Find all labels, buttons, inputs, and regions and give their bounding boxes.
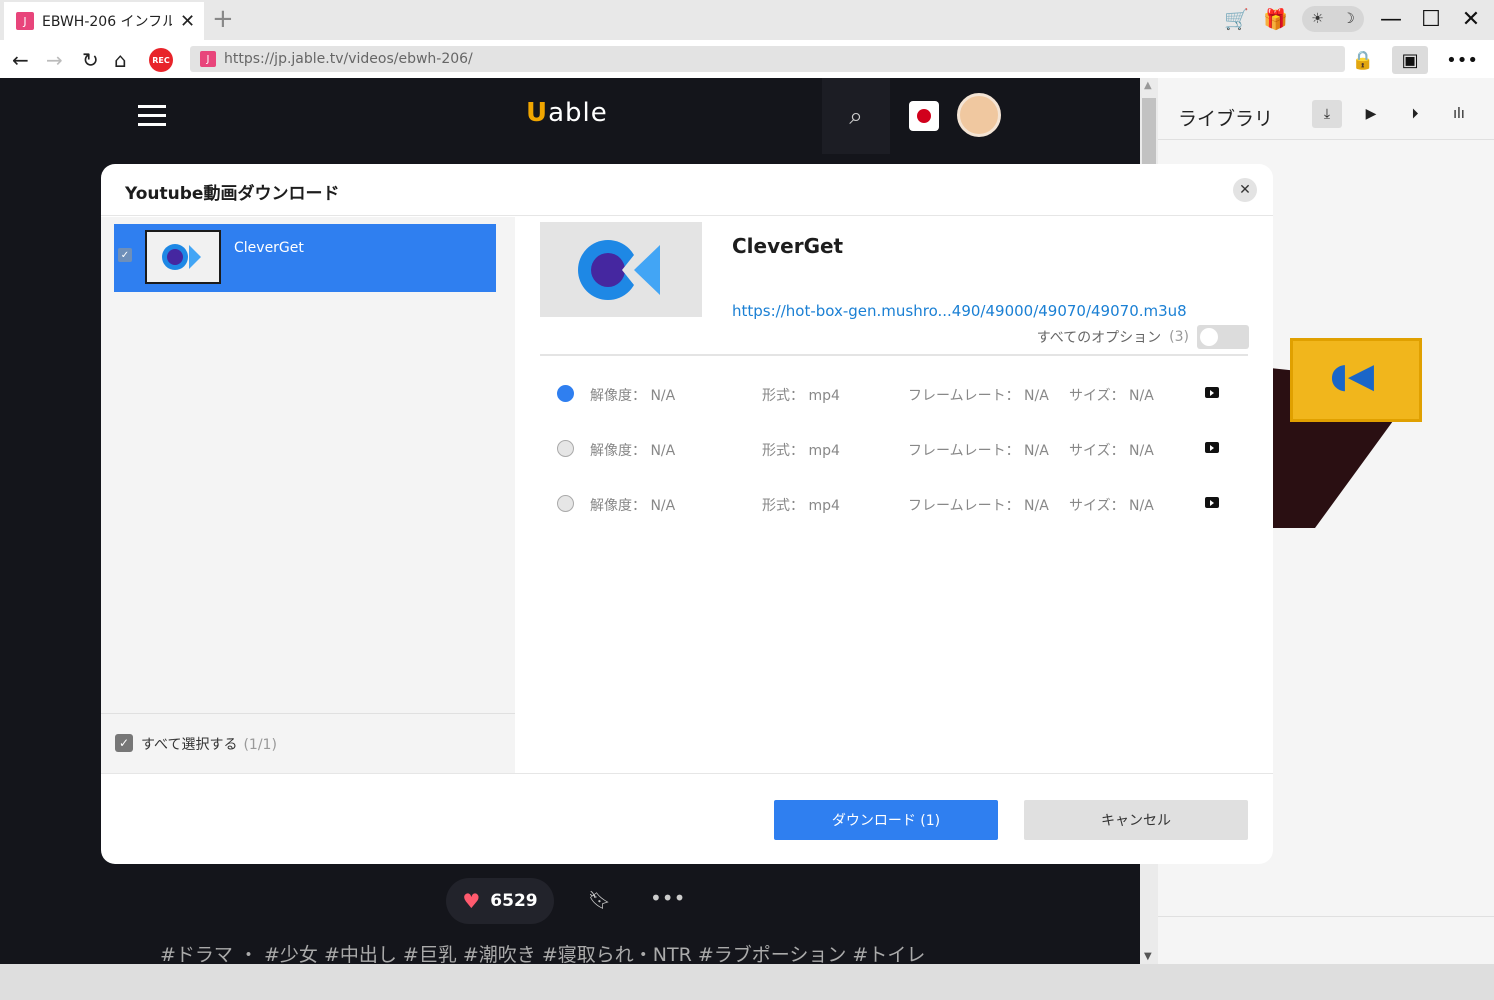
all-options: すべてのオプション (3) (1037, 325, 1249, 349)
resolution: 解像度： N/A (590, 443, 676, 459)
cancel-button[interactable]: キャンセル (1024, 800, 1248, 840)
tab-title: EBWH-206 インフル: (42, 14, 172, 30)
bookmark-icon[interactable]: 🔖︎ (588, 890, 611, 911)
library-title: ライブラリ (1178, 108, 1274, 130)
youtube-icon (1205, 387, 1219, 398)
forward-icon[interactable]: → (46, 48, 63, 72)
format: 形式： mp4 (762, 443, 840, 459)
select-all-checkbox[interactable]: ✓ (115, 734, 133, 752)
format-radio[interactable] (557, 440, 574, 457)
select-all-label[interactable]: すべて選択する (1/1) (141, 734, 277, 754)
download-dialog: Youtube動画ダウンロード ✕ ✓ CleverGet ✓ すべて選択する(… (101, 164, 1273, 864)
back-icon[interactable]: ← (12, 48, 29, 72)
frame-rate: フレームレート： N/A (908, 388, 1049, 404)
lock-icon[interactable]: 🔒 (1352, 50, 1374, 71)
url-field[interactable]: J https://jp.jable.tv/videos/ebwh-206/ (190, 46, 1345, 72)
all-options-count: (3) (1169, 329, 1189, 345)
library-tabs: ⤓ ▶ ⏵ ılı (1312, 100, 1474, 128)
more-icon[interactable]: ••• (650, 886, 685, 910)
file-size: サイズ： N/A (1069, 388, 1154, 404)
url-text: https://jp.jable.tv/videos/ebwh-206/ (224, 51, 473, 67)
video-name: CleverGet (732, 234, 844, 258)
file-size: サイズ： N/A (1069, 443, 1154, 459)
library-header: ライブラリ ⤓ ▶ ⏵ ılı (1158, 78, 1494, 140)
format-radio[interactable] (557, 385, 574, 402)
list-item[interactable]: ✓ CleverGet (114, 224, 496, 292)
downloader-icon[interactable]: ▣ (1392, 46, 1429, 74)
frame-rate: フレームレート： N/A (908, 443, 1049, 459)
frame-rate: フレームレート： N/A (908, 498, 1049, 514)
tag-list[interactable]: #ドラマ ・ #少女 #中出し #巨乳 #潮吹き #寝取られ・NTR #ラブポー… (160, 940, 925, 967)
video-detail-panel: CleverGet https://hot-box-gen.mushro...4… (515, 217, 1273, 773)
window-close-icon[interactable]: ✕ (1458, 7, 1484, 32)
theme-toggle[interactable]: ☀ ☽ (1302, 6, 1364, 32)
address-actions: 🔒 ▣ ••• (1352, 46, 1478, 74)
library-illustration: ◖◀ (1270, 328, 1430, 528)
format-row[interactable]: 解像度： N/A 形式： mp4 フレームレート： N/A サイズ： N/A (540, 379, 1248, 409)
moon-icon: ☽ (1342, 11, 1355, 27)
all-options-label: すべてのオプション (1036, 330, 1162, 346)
maximize-icon[interactable]: ☐ (1418, 7, 1444, 32)
tab-close-icon[interactable]: ✕ (180, 11, 195, 32)
audio-icon[interactable]: ılı (1444, 100, 1474, 128)
download-button[interactable]: ダウンロード (1) (774, 800, 998, 840)
file-size: サイズ： N/A (1069, 498, 1154, 514)
sun-icon: ☀ (1311, 11, 1324, 27)
avatar[interactable] (957, 93, 1001, 137)
video-icon[interactable]: ▶ (1356, 100, 1386, 128)
cleverget-logo-icon (162, 244, 201, 270)
download-icon[interactable]: ⤓ (1312, 100, 1342, 128)
gift-icon[interactable]: 🎁 (1263, 7, 1288, 31)
minimize-icon[interactable]: — (1378, 7, 1404, 32)
like-button[interactable]: ♥ 6529 (446, 878, 554, 924)
format-radio[interactable] (557, 495, 574, 512)
address-bar: ← → ↻ ⌂ REC J https://jp.jable.tv/videos… (0, 40, 1494, 78)
browser-tab[interactable]: J EBWH-206 インフル: ✕ (4, 2, 204, 40)
video-list-panel: ✓ CleverGet ✓ すべて選択する (1/1) (101, 217, 515, 773)
japan-flag-icon[interactable] (909, 101, 939, 131)
dialog-header: Youtube動画ダウンロード ✕ (101, 164, 1273, 216)
menu-icon[interactable] (138, 105, 166, 132)
more-menu-icon[interactable]: ••• (1446, 50, 1478, 71)
all-options-toggle[interactable] (1197, 325, 1249, 349)
youtube-icon (1205, 442, 1219, 453)
video-thumbnail (540, 222, 702, 317)
item-checkbox[interactable]: ✓ (118, 248, 132, 262)
resolution: 解像度： N/A (590, 498, 676, 514)
dialog-close-icon[interactable]: ✕ (1233, 178, 1257, 202)
format: 形式： mp4 (762, 498, 840, 514)
item-thumbnail (145, 230, 221, 284)
item-name: CleverGet (234, 240, 304, 256)
tab-bar: J EBWH-206 インフル: ✕ + 🛒 🎁 ☀ ☽ — ☐ ✕ (0, 0, 1494, 40)
status-bar (0, 964, 1494, 1000)
format: 形式： mp4 (762, 388, 840, 404)
search-icon[interactable]: ⌕ (822, 78, 890, 154)
youtube-icon (1205, 497, 1219, 508)
like-count: 6529 (490, 891, 538, 911)
format-row[interactable]: 解像度： N/A 形式： mp4 フレームレート： N/A サイズ： N/A (540, 434, 1248, 464)
cleverget-icon: ◖◀ (1330, 356, 1375, 396)
reload-icon[interactable]: ↻ (82, 48, 99, 72)
video-record-icon[interactable]: ⏵ (1400, 100, 1430, 128)
dialog-title: Youtube動画ダウンロード (125, 184, 340, 204)
cleverget-logo-icon (578, 239, 660, 300)
titlebar-controls: 🛒 🎁 ☀ ☽ — ☐ ✕ (1224, 6, 1484, 32)
resolution: 解像度： N/A (590, 388, 676, 404)
rec-button[interactable]: REC (149, 48, 173, 72)
site-logo[interactable]: Uable (526, 98, 608, 128)
video-url[interactable]: https://hot-box-gen.mushro...490/49000/4… (732, 302, 1187, 320)
home-icon[interactable]: ⌂ (114, 48, 127, 72)
select-all-bar: ✓ すべて選択する (1/1) (101, 713, 515, 773)
cart-icon[interactable]: 🛒 (1224, 7, 1249, 31)
new-tab-icon[interactable]: + (212, 4, 234, 34)
scroll-up-icon[interactable]: ▲ (1144, 80, 1152, 91)
scroll-down-icon[interactable]: ▼ (1144, 951, 1152, 962)
format-row[interactable]: 解像度： N/A 形式： mp4 フレームレート： N/A サイズ： N/A (540, 489, 1248, 519)
heart-icon: ♥ (462, 889, 481, 913)
url-favicon: J (200, 51, 216, 67)
dialog-footer: ダウンロード (1) キャンセル (101, 773, 1273, 864)
tab-favicon: J (16, 12, 34, 30)
